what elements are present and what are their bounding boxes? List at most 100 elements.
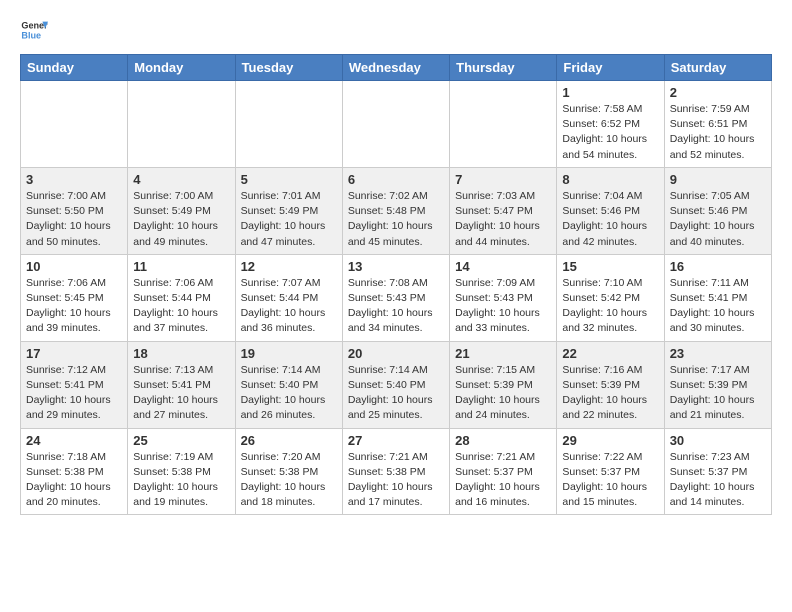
day-info: Sunrise: 7:14 AM Sunset: 5:40 PM Dayligh… <box>348 363 444 424</box>
calendar-cell: 10 Sunrise: 7:06 AM Sunset: 5:45 PM Dayli… <box>21 254 128 341</box>
day-number: 29 <box>562 433 658 448</box>
day-number: 23 <box>670 346 766 361</box>
weekday-header: Thursday <box>450 55 557 81</box>
logo: General Blue <box>20 16 48 44</box>
day-number: 22 <box>562 346 658 361</box>
day-info: Sunrise: 7:11 AM Sunset: 5:41 PM Dayligh… <box>670 276 766 337</box>
calendar-cell <box>128 81 235 168</box>
calendar-cell: 29 Sunrise: 7:22 AM Sunset: 5:37 PM Dayli… <box>557 428 664 515</box>
calendar-cell <box>342 81 449 168</box>
day-info: Sunrise: 7:18 AM Sunset: 5:38 PM Dayligh… <box>26 450 122 511</box>
day-number: 8 <box>562 172 658 187</box>
day-number: 19 <box>241 346 337 361</box>
day-info: Sunrise: 7:17 AM Sunset: 5:39 PM Dayligh… <box>670 363 766 424</box>
weekday-header: Wednesday <box>342 55 449 81</box>
day-info: Sunrise: 7:06 AM Sunset: 5:45 PM Dayligh… <box>26 276 122 337</box>
calendar-cell: 12 Sunrise: 7:07 AM Sunset: 5:44 PM Dayli… <box>235 254 342 341</box>
calendar-cell: 8 Sunrise: 7:04 AM Sunset: 5:46 PM Daylig… <box>557 167 664 254</box>
logo-icon: General Blue <box>20 16 48 44</box>
calendar-cell: 22 Sunrise: 7:16 AM Sunset: 5:39 PM Dayli… <box>557 341 664 428</box>
day-info: Sunrise: 7:01 AM Sunset: 5:49 PM Dayligh… <box>241 189 337 250</box>
calendar-cell: 3 Sunrise: 7:00 AM Sunset: 5:50 PM Daylig… <box>21 167 128 254</box>
day-number: 30 <box>670 433 766 448</box>
calendar-cell: 19 Sunrise: 7:14 AM Sunset: 5:40 PM Dayli… <box>235 341 342 428</box>
calendar-cell: 7 Sunrise: 7:03 AM Sunset: 5:47 PM Daylig… <box>450 167 557 254</box>
day-info: Sunrise: 7:15 AM Sunset: 5:39 PM Dayligh… <box>455 363 551 424</box>
day-info: Sunrise: 7:00 AM Sunset: 5:49 PM Dayligh… <box>133 189 229 250</box>
weekday-header: Sunday <box>21 55 128 81</box>
day-number: 5 <box>241 172 337 187</box>
calendar-cell: 6Sunrise: 7:02 AM Sunset: 5:48 PM Daylig… <box>342 167 449 254</box>
calendar-cell: 1Sunrise: 7:58 AM Sunset: 6:52 PM Daylig… <box>557 81 664 168</box>
calendar-cell: 18 Sunrise: 7:13 AM Sunset: 5:41 PM Dayli… <box>128 341 235 428</box>
day-number: 16 <box>670 259 766 274</box>
day-info: Sunrise: 7:05 AM Sunset: 5:46 PM Dayligh… <box>670 189 766 250</box>
calendar-week-row: 17Sunrise: 7:12 AM Sunset: 5:41 PM Dayli… <box>21 341 772 428</box>
calendar-week-row: 10 Sunrise: 7:06 AM Sunset: 5:45 PM Dayli… <box>21 254 772 341</box>
day-info: Sunrise: 7:07 AM Sunset: 5:44 PM Dayligh… <box>241 276 337 337</box>
day-info: Sunrise: 7:09 AM Sunset: 5:43 PM Dayligh… <box>455 276 551 337</box>
day-info: Sunrise: 7:10 AM Sunset: 5:42 PM Dayligh… <box>562 276 658 337</box>
calendar-cell: 16 Sunrise: 7:11 AM Sunset: 5:41 PM Dayli… <box>664 254 771 341</box>
day-number: 2 <box>670 85 766 100</box>
day-info: Sunrise: 7:21 AM Sunset: 5:38 PM Dayligh… <box>348 450 444 511</box>
day-info: Sunrise: 7:06 AM Sunset: 5:44 PM Dayligh… <box>133 276 229 337</box>
day-info: Sunrise: 7:23 AM Sunset: 5:37 PM Dayligh… <box>670 450 766 511</box>
calendar-cell: 28 Sunrise: 7:21 AM Sunset: 5:37 PM Dayli… <box>450 428 557 515</box>
calendar-cell: 30 Sunrise: 7:23 AM Sunset: 5:37 PM Dayli… <box>664 428 771 515</box>
day-info: Sunrise: 7:19 AM Sunset: 5:38 PM Dayligh… <box>133 450 229 511</box>
weekday-header: Tuesday <box>235 55 342 81</box>
calendar-cell: 27Sunrise: 7:21 AM Sunset: 5:38 PM Dayli… <box>342 428 449 515</box>
day-number: 7 <box>455 172 551 187</box>
calendar-cell <box>235 81 342 168</box>
calendar-cell: 4Sunrise: 7:00 AM Sunset: 5:49 PM Daylig… <box>128 167 235 254</box>
calendar-week-row: 1Sunrise: 7:58 AM Sunset: 6:52 PM Daylig… <box>21 81 772 168</box>
day-info: Sunrise: 7:00 AM Sunset: 5:50 PM Dayligh… <box>26 189 122 250</box>
calendar-week-row: 3 Sunrise: 7:00 AM Sunset: 5:50 PM Daylig… <box>21 167 772 254</box>
day-number: 12 <box>241 259 337 274</box>
day-number: 24 <box>26 433 122 448</box>
calendar-cell <box>450 81 557 168</box>
day-number: 28 <box>455 433 551 448</box>
calendar-cell: 25 Sunrise: 7:19 AM Sunset: 5:38 PM Dayli… <box>128 428 235 515</box>
day-info: Sunrise: 7:21 AM Sunset: 5:37 PM Dayligh… <box>455 450 551 511</box>
day-number: 11 <box>133 259 229 274</box>
calendar-cell: 17Sunrise: 7:12 AM Sunset: 5:41 PM Dayli… <box>21 341 128 428</box>
day-number: 20 <box>348 346 444 361</box>
calendar-cell: 20 Sunrise: 7:14 AM Sunset: 5:40 PM Dayli… <box>342 341 449 428</box>
calendar-cell <box>21 81 128 168</box>
calendar-body: 1Sunrise: 7:58 AM Sunset: 6:52 PM Daylig… <box>21 81 772 515</box>
header: General Blue <box>20 16 772 44</box>
day-number: 17 <box>26 346 122 361</box>
day-number: 1 <box>562 85 658 100</box>
calendar-cell: 13Sunrise: 7:08 AM Sunset: 5:43 PM Dayli… <box>342 254 449 341</box>
day-info: Sunrise: 7:59 AM Sunset: 6:51 PM Dayligh… <box>670 102 766 163</box>
day-info: Sunrise: 7:20 AM Sunset: 5:38 PM Dayligh… <box>241 450 337 511</box>
calendar-table: SundayMondayTuesdayWednesdayThursdayFrid… <box>20 54 772 515</box>
svg-text:Blue: Blue <box>21 30 41 40</box>
calendar-cell: 21Sunrise: 7:15 AM Sunset: 5:39 PM Dayli… <box>450 341 557 428</box>
calendar-cell: 26Sunrise: 7:20 AM Sunset: 5:38 PM Dayli… <box>235 428 342 515</box>
weekday-header: Saturday <box>664 55 771 81</box>
calendar-week-row: 24 Sunrise: 7:18 AM Sunset: 5:38 PM Dayli… <box>21 428 772 515</box>
calendar-header: SundayMondayTuesdayWednesdayThursdayFrid… <box>21 55 772 81</box>
day-info: Sunrise: 7:04 AM Sunset: 5:46 PM Dayligh… <box>562 189 658 250</box>
day-info: Sunrise: 7:13 AM Sunset: 5:41 PM Dayligh… <box>133 363 229 424</box>
day-info: Sunrise: 7:03 AM Sunset: 5:47 PM Dayligh… <box>455 189 551 250</box>
calendar-cell: 11 Sunrise: 7:06 AM Sunset: 5:44 PM Dayli… <box>128 254 235 341</box>
calendar-cell: 5 Sunrise: 7:01 AM Sunset: 5:49 PM Daylig… <box>235 167 342 254</box>
day-info: Sunrise: 7:08 AM Sunset: 5:43 PM Dayligh… <box>348 276 444 337</box>
day-number: 9 <box>670 172 766 187</box>
day-number: 25 <box>133 433 229 448</box>
day-info: Sunrise: 7:14 AM Sunset: 5:40 PM Dayligh… <box>241 363 337 424</box>
weekday-row: SundayMondayTuesdayWednesdayThursdayFrid… <box>21 55 772 81</box>
calendar-cell: 15 Sunrise: 7:10 AM Sunset: 5:42 PM Dayli… <box>557 254 664 341</box>
day-info: Sunrise: 7:16 AM Sunset: 5:39 PM Dayligh… <box>562 363 658 424</box>
day-number: 15 <box>562 259 658 274</box>
calendar-cell: 9 Sunrise: 7:05 AM Sunset: 5:46 PM Daylig… <box>664 167 771 254</box>
day-number: 3 <box>26 172 122 187</box>
day-number: 18 <box>133 346 229 361</box>
day-info: Sunrise: 7:22 AM Sunset: 5:37 PM Dayligh… <box>562 450 658 511</box>
day-number: 10 <box>26 259 122 274</box>
weekday-header: Monday <box>128 55 235 81</box>
